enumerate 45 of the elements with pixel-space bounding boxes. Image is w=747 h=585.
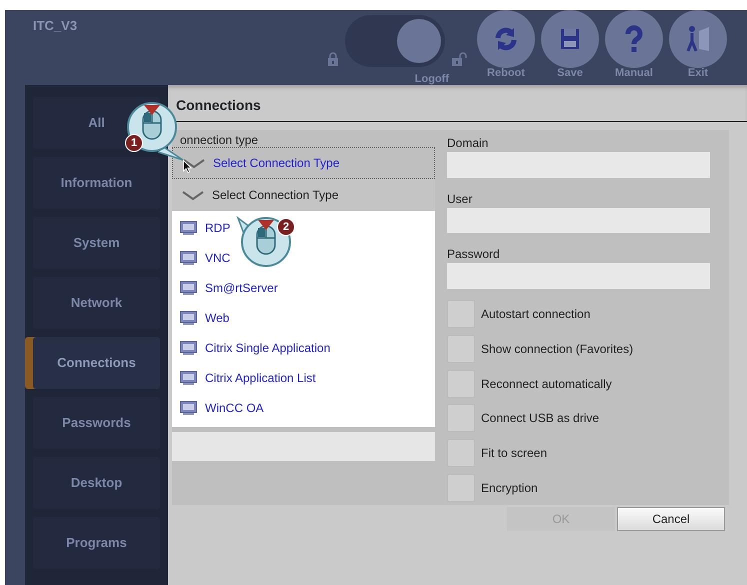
sidebar-item[interactable]: System — [33, 217, 160, 269]
chevron-down-icon — [182, 190, 204, 200]
monitor-icon — [180, 401, 197, 415]
sidebar-item[interactable]: Desktop — [33, 457, 160, 509]
lock-icon — [327, 52, 339, 66]
dropdown-option[interactable]: Sm@rtServer — [172, 273, 282, 303]
text-field[interactable] — [447, 263, 710, 290]
dropdown-option[interactable]: Web — [172, 303, 234, 333]
sidebar-item[interactable]: Programs — [33, 517, 160, 569]
dropdown-option[interactable]: RDP — [172, 213, 234, 243]
sidebar-item[interactable]: Network — [33, 277, 160, 329]
text-field[interactable] — [447, 208, 710, 234]
checkbox-label: Reconnect automatically — [481, 376, 612, 391]
field-label: Password — [447, 246, 501, 262]
dropdown-option[interactable]: Citrix Application List — [172, 363, 320, 393]
cursor-icon — [183, 160, 192, 173]
sidebar-item[interactable]: Connections — [33, 337, 160, 389]
checkbox-label: Encryption — [481, 480, 538, 495]
cancel-button[interactable]: Cancel — [617, 507, 725, 531]
toggle-label: Logoff — [414, 72, 449, 87]
app-title: ITC_V3 — [33, 17, 78, 35]
sidebar-item[interactable]: Information — [33, 157, 160, 209]
dropdown-option[interactable]: WinCC OA — [172, 393, 268, 423]
checkbox-label: Autostart connection — [481, 307, 590, 322]
sidebar-item[interactable]: Passwords — [33, 397, 160, 449]
chevron-down-icon — [183, 158, 205, 168]
monitor-icon — [180, 341, 197, 355]
field-label: onnection type — [179, 132, 260, 147]
field-label: User — [447, 190, 474, 206]
unlocked-lock-icon — [451, 52, 467, 66]
logoff-toggle[interactable] — [345, 15, 445, 67]
field-label: Domain — [447, 135, 490, 150]
monitor-icon — [180, 311, 197, 325]
text-field[interactable] — [447, 152, 710, 178]
checkbox-label: Fit to screen — [481, 446, 548, 460]
monitor-icon — [180, 281, 197, 295]
checkbox-label: Show connection (Favorites) — [481, 342, 634, 356]
dropdown-option[interactable]: VNC — [172, 243, 234, 273]
monitor-icon — [180, 251, 197, 265]
monitor-icon — [180, 221, 197, 235]
text-field[interactable] — [172, 432, 435, 461]
monitor-icon — [180, 371, 197, 385]
checkbox-label: Connect USB as drive — [481, 411, 600, 426]
dropdown-list-header[interactable]: Select Connection Type — [172, 179, 435, 211]
dropdown-option[interactable]: Citrix Single Application — [172, 333, 334, 363]
